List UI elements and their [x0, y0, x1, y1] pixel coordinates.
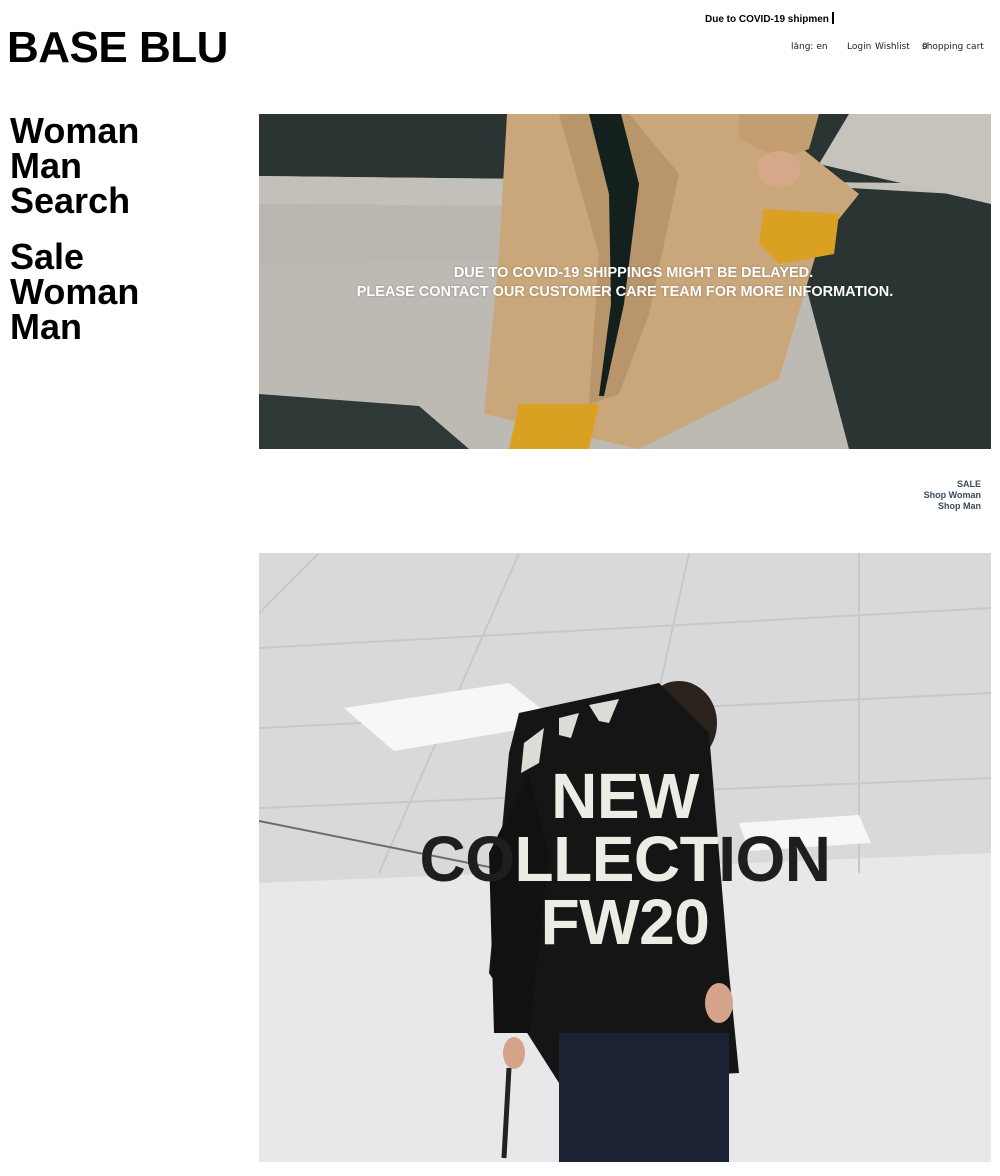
new-collection-headline: NEW COLLECTION FW20 [259, 760, 991, 958]
headline-line-2-a: CO [419, 823, 516, 895]
nav-sale-man[interactable]: Man [10, 309, 139, 345]
nav-sale-woman[interactable]: Woman [10, 274, 139, 310]
cart-count: 0 [922, 42, 928, 52]
top-nav: lang: en ˅ Login Wishlist shopping cart 0 [0, 42, 1000, 54]
ticker-text: Due to COVID-19 shipmen [705, 14, 829, 25]
headline-line-1: NEW [551, 760, 699, 832]
shop-sale-link[interactable]: SALE [924, 479, 981, 490]
shop-man-link[interactable]: Shop Man [924, 501, 981, 512]
nav-man[interactable]: Man [10, 148, 139, 184]
notice-line-1: DUE TO COVID-19 SHIPPINGS MIGHT BE DELAY… [453, 265, 814, 281]
login-link[interactable]: Login [847, 42, 871, 52]
headline-line-2-b: LLECT [514, 823, 719, 895]
ticker-caret [831, 12, 834, 24]
notice-line-2: PLEASE CONTACT OUR CUSTOMER CARE TEAM FO… [356, 284, 894, 300]
shop-woman-link[interactable]: Shop Woman [924, 490, 981, 501]
cart-label: shopping cart [922, 42, 984, 52]
covid-ticker: Due to COVID-19 shipmen [705, 12, 834, 25]
headline-line-2: COLLECTION [259, 827, 991, 891]
nav-woman[interactable]: Woman [10, 113, 139, 149]
headline-line-3: FW20 [540, 886, 710, 958]
shipping-notice: DUE TO COVID-19 SHIPPINGS MIGHT BE DELAY… [259, 264, 991, 302]
shop-links: SALE Shop Woman Shop Man [924, 479, 981, 512]
hero-banner-covid[interactable]: DUE TO COVID-19 SHIPPINGS MIGHT BE DELAY… [259, 114, 991, 449]
nav-sale[interactable]: Sale [10, 239, 139, 275]
headline-line-2-c: ION [718, 823, 831, 895]
chevron-down-icon: ˅ [794, 42, 798, 50]
side-nav: Woman Man Search Sale Woman Man [10, 113, 139, 345]
wishlist-link[interactable]: Wishlist [875, 42, 910, 52]
nav-search[interactable]: Search [10, 183, 139, 219]
hero-banner-new-collection[interactable]: NEW COLLECTION FW20 [259, 553, 991, 1162]
